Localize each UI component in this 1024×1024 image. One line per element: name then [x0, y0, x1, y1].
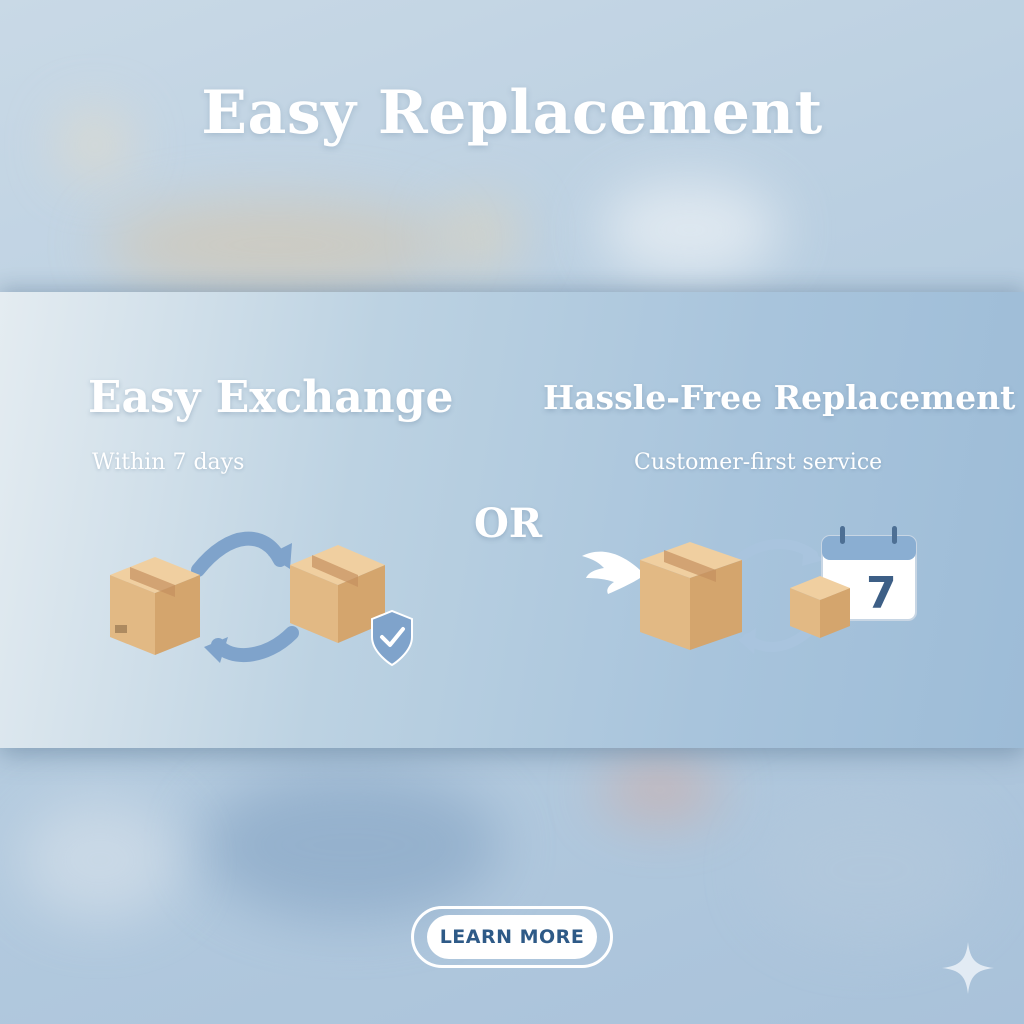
replacement-illustration: 7: [582, 526, 917, 654]
wing-icon: [582, 551, 640, 594]
background-blur: [200, 770, 500, 920]
shield-check-icon: [371, 609, 413, 667]
option-subtitle-exchange: Within 7 days: [92, 450, 245, 475]
page-title: Easy Replacement: [201, 78, 823, 148]
box-icon: [290, 545, 385, 643]
option-title-exchange: Easy Exchange: [88, 372, 454, 423]
background-blur: [440, 200, 520, 270]
exchange-arrows-icon: [191, 531, 299, 663]
sparkle-icon: [942, 942, 994, 994]
box-icon: [790, 576, 850, 638]
background-blur: [600, 180, 780, 280]
background-blur: [100, 200, 450, 290]
calendar-day: 7: [866, 568, 897, 619]
option-title-replacement: Hassle-Free Replacement: [543, 378, 1016, 417]
learn-more-button[interactable]: LEARN MORE: [411, 906, 613, 968]
box-icon: [640, 542, 742, 650]
exchange-illustration: [110, 531, 413, 667]
background-blur: [760, 800, 980, 940]
background-blur: [20, 800, 180, 920]
learn-more-label: LEARN MORE: [427, 915, 597, 959]
box-icon: [110, 557, 200, 655]
or-separator: OR: [474, 500, 543, 547]
option-subtitle-replacement: Customer-first service: [634, 450, 883, 475]
background-blur: [600, 760, 720, 820]
